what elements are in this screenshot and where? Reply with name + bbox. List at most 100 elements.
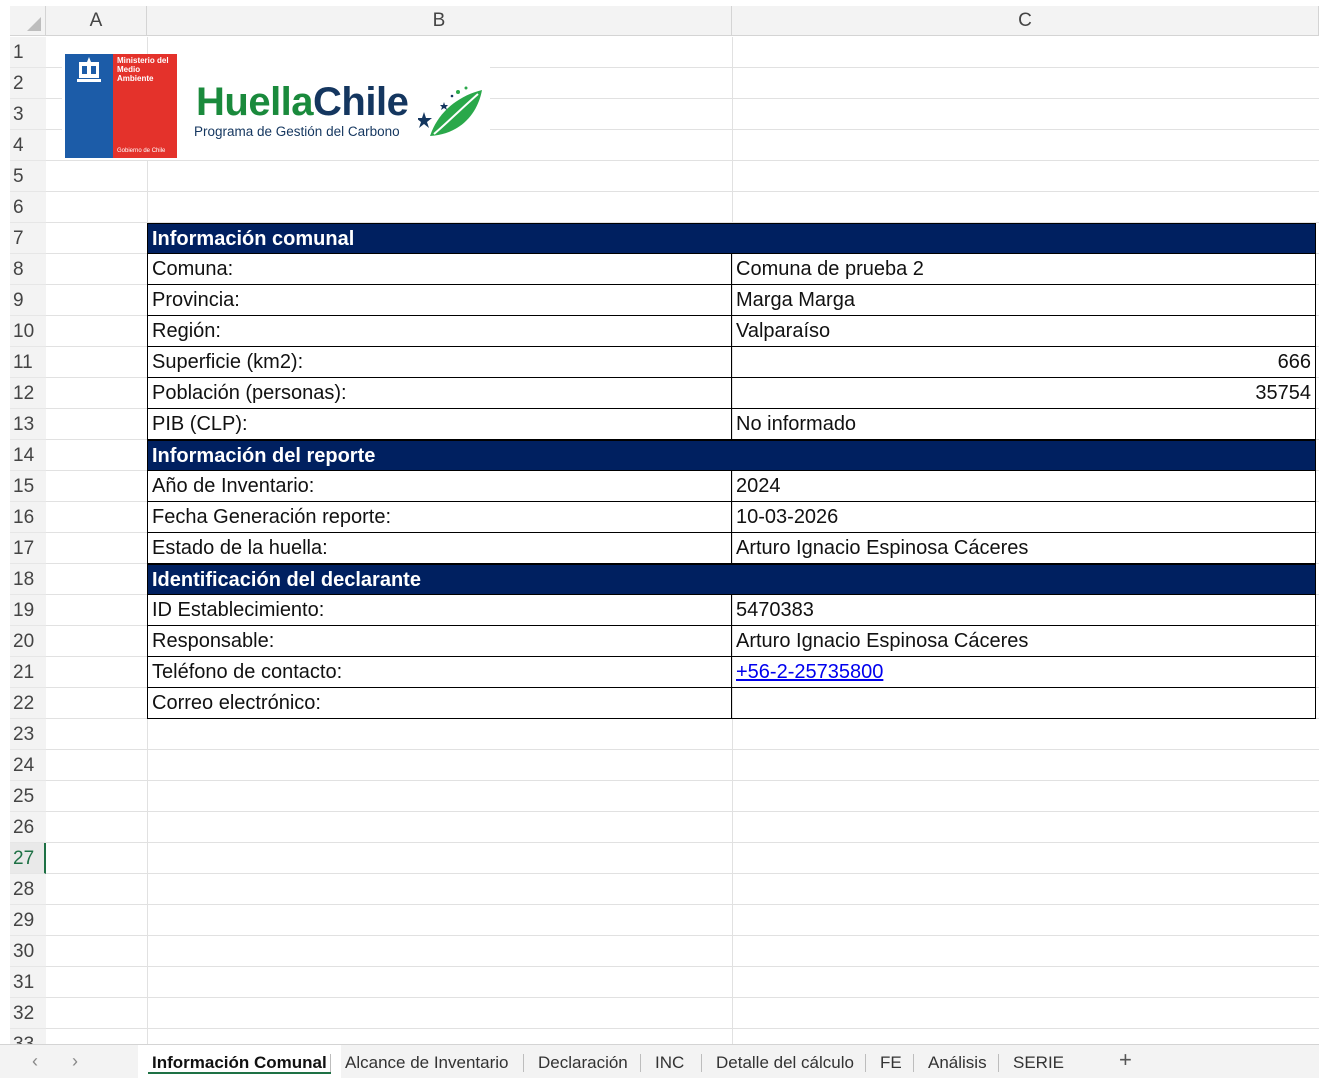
field-label-cell[interactable]: Provincia: [148, 285, 732, 315]
table-row: Teléfono de contacto: +56-2-25735800 [147, 657, 1316, 688]
row-header[interactable]: 21 [10, 657, 46, 688]
field-value-cell[interactable]: 2024 [732, 471, 1315, 501]
row-header[interactable]: 31 [10, 967, 46, 998]
field-label-cell[interactable]: Responsable: [148, 626, 732, 656]
row-header[interactable]: 13 [10, 409, 46, 440]
field-value-cell[interactable]: +56-2-25735800 [732, 657, 1315, 687]
prev-sheet-arrow-icon[interactable]: ‹ [32, 1051, 38, 1072]
row-header[interactable]: 24 [10, 750, 46, 781]
section-header[interactable]: Información del reporte [147, 440, 1316, 471]
add-sheet-icon[interactable]: + [1119, 1047, 1132, 1073]
field-label-cell[interactable]: Año de Inventario: [148, 471, 732, 501]
sheet-tab[interactable]: SERIE [999, 1045, 1078, 1078]
row-header[interactable]: 16 [10, 502, 46, 533]
table-row: Responsable: Arturo Ignacio Espinosa Cáce… [147, 626, 1316, 657]
row-header[interactable]: 10 [10, 316, 46, 347]
row-header[interactable]: 33 [10, 1029, 46, 1044]
tab-separator [913, 1054, 914, 1072]
field-label-cell[interactable]: Población (personas): [148, 378, 732, 408]
field-label-cell[interactable]: PIB (CLP): [148, 409, 732, 439]
row-header[interactable]: 14 [10, 440, 46, 471]
row-header[interactable]: 26 [10, 812, 46, 843]
sheet-tab[interactable]: Información Comunal [138, 1045, 341, 1078]
row-header[interactable]: 8 [10, 254, 46, 285]
field-label-cell[interactable]: Teléfono de contacto: [148, 657, 732, 687]
section-header[interactable]: Información comunal [147, 223, 1316, 254]
row-header[interactable]: 28 [10, 874, 46, 905]
sheet-tab[interactable]: INC [641, 1045, 698, 1078]
field-value-cell[interactable]: 666 [732, 347, 1315, 377]
field-value-cell[interactable] [732, 688, 1315, 718]
field-value-cell[interactable]: 35754 [732, 378, 1315, 408]
row-header[interactable]: 23 [10, 719, 46, 750]
tab-separator [865, 1054, 866, 1072]
select-all-corner[interactable] [10, 6, 46, 36]
row-header[interactable]: 20 [10, 626, 46, 657]
row-header[interactable]: 4 [10, 130, 46, 161]
row-header[interactable]: 7 [10, 223, 46, 254]
row-header[interactable]: 3 [10, 99, 46, 130]
field-label-cell[interactable]: ID Establecimiento: [148, 595, 732, 625]
phone-link[interactable]: +56-2-25735800 [736, 661, 883, 683]
field-label-cell[interactable]: Superficie (km2): [148, 347, 732, 377]
row-header[interactable]: 1 [10, 37, 46, 68]
field-label-cell[interactable]: Fecha Generación reporte: [148, 502, 732, 532]
huellachile-logo: Ministerio del Medio Ambiente Gobierno d… [62, 54, 490, 160]
sheet-tabs-bar: ‹ › Información Comunal Alcance de Invent… [0, 1044, 1319, 1078]
row-header[interactable]: 19 [10, 595, 46, 626]
next-sheet-arrow-icon[interactable]: › [72, 1051, 78, 1072]
row-header[interactable]: 30 [10, 936, 46, 967]
tab-separator [640, 1054, 641, 1072]
sheet-tab[interactable]: Detalle del cálculo [702, 1045, 868, 1078]
sheet-tab-label: Análisis [928, 1053, 987, 1072]
sheet-tab[interactable]: Declaración [524, 1045, 642, 1078]
sheet-tab[interactable]: Alcance de Inventario [331, 1045, 523, 1078]
row-header[interactable]: 27 [10, 843, 46, 874]
gridline [46, 780, 1319, 781]
row-header[interactable]: 22 [10, 688, 46, 719]
row-header[interactable]: 29 [10, 905, 46, 936]
leaf-stars-icon [418, 86, 482, 136]
field-label-cell[interactable]: Comuna: [148, 254, 732, 284]
sheet-tab[interactable]: Análisis [914, 1045, 1001, 1078]
field-label-cell[interactable]: Estado de la huella: [148, 533, 732, 563]
row-header[interactable]: 2 [10, 68, 46, 99]
table-row: Superficie (km2): 666 [147, 347, 1316, 378]
table-row: Comuna: Comuna de prueba 2 [147, 254, 1316, 285]
row-header[interactable]: 25 [10, 781, 46, 812]
brand-huella: Huella [196, 80, 314, 124]
row-header[interactable]: 9 [10, 285, 46, 316]
field-value-cell[interactable]: 5470383 [732, 595, 1315, 625]
sheet-tab-label: Información Comunal [152, 1053, 327, 1072]
row-header[interactable]: 17 [10, 533, 46, 564]
field-value-cell[interactable]: Arturo Ignacio Espinosa Cáceres [732, 533, 1315, 563]
column-header-a[interactable]: A [46, 6, 147, 36]
field-value-cell[interactable]: Comuna de prueba 2 [732, 254, 1315, 284]
column-header-c[interactable]: C [732, 6, 1319, 36]
field-value-cell[interactable]: 10-03-2026 [732, 502, 1315, 532]
gridline [46, 842, 1319, 843]
field-label-cell[interactable]: Región: [148, 316, 732, 346]
row-header[interactable]: 6 [10, 192, 46, 223]
table-row: ID Establecimiento: 5470383 [147, 595, 1316, 626]
table-row: Año de Inventario: 2024 [147, 471, 1316, 502]
column-header-b[interactable]: B [147, 6, 732, 36]
table-row: Población (personas): 35754 [147, 378, 1316, 409]
table-row: Fecha Generación reporte: 10-03-2026 [147, 502, 1316, 533]
row-header[interactable]: 18 [10, 564, 46, 595]
field-value-cell[interactable]: Arturo Ignacio Espinosa Cáceres [732, 626, 1315, 656]
field-value-cell[interactable]: No informado [732, 409, 1315, 439]
row-header[interactable]: 12 [10, 378, 46, 409]
field-label-cell[interactable]: Correo electrónico: [148, 688, 732, 718]
row-header[interactable]: 15 [10, 471, 46, 502]
row-header[interactable]: 5 [10, 161, 46, 192]
gridline [46, 997, 1319, 998]
gridline [46, 873, 1319, 874]
sheet-tab[interactable]: FE [866, 1045, 916, 1078]
spreadsheet-grid[interactable]: A B C 1 2 3 4 5 6 7 8 9 10 11 12 13 14 15 16 17 18 19 20 21 2… [0, 0, 1319, 1044]
section-header[interactable]: Identificación del declarante [147, 564, 1316, 595]
field-value-cell[interactable]: Marga Marga [732, 285, 1315, 315]
row-header[interactable]: 32 [10, 998, 46, 1029]
field-value-cell[interactable]: Valparaíso [732, 316, 1315, 346]
row-header[interactable]: 11 [10, 347, 46, 378]
